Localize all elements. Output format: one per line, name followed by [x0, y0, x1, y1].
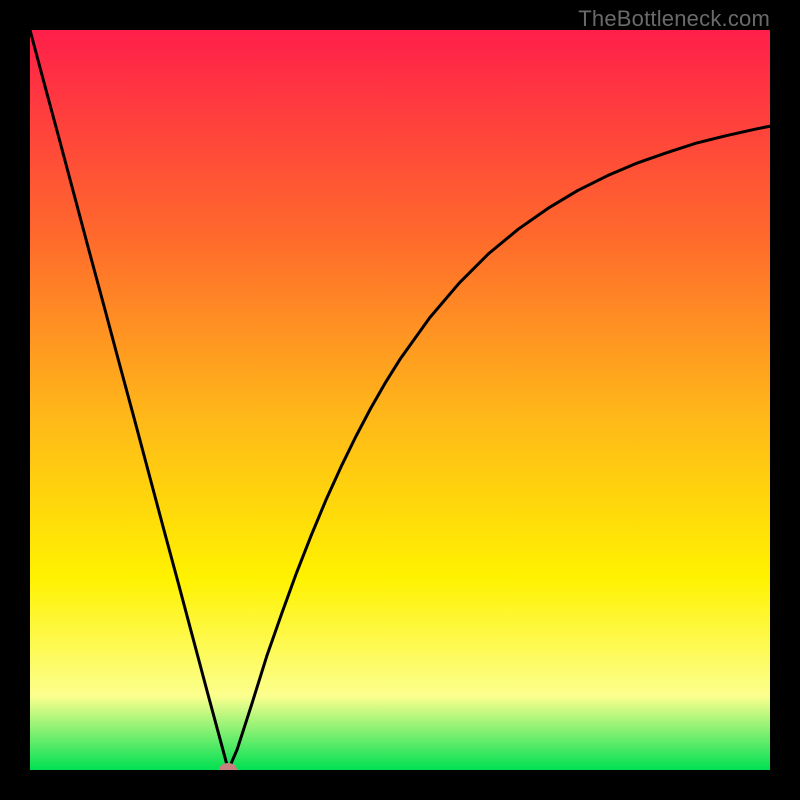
gradient-background	[30, 30, 770, 770]
chart-frame: TheBottleneck.com	[0, 0, 800, 800]
minimum-marker	[219, 763, 237, 770]
bottleneck-chart	[30, 30, 770, 770]
plot-area	[30, 30, 770, 770]
watermark-text: TheBottleneck.com	[578, 6, 770, 32]
